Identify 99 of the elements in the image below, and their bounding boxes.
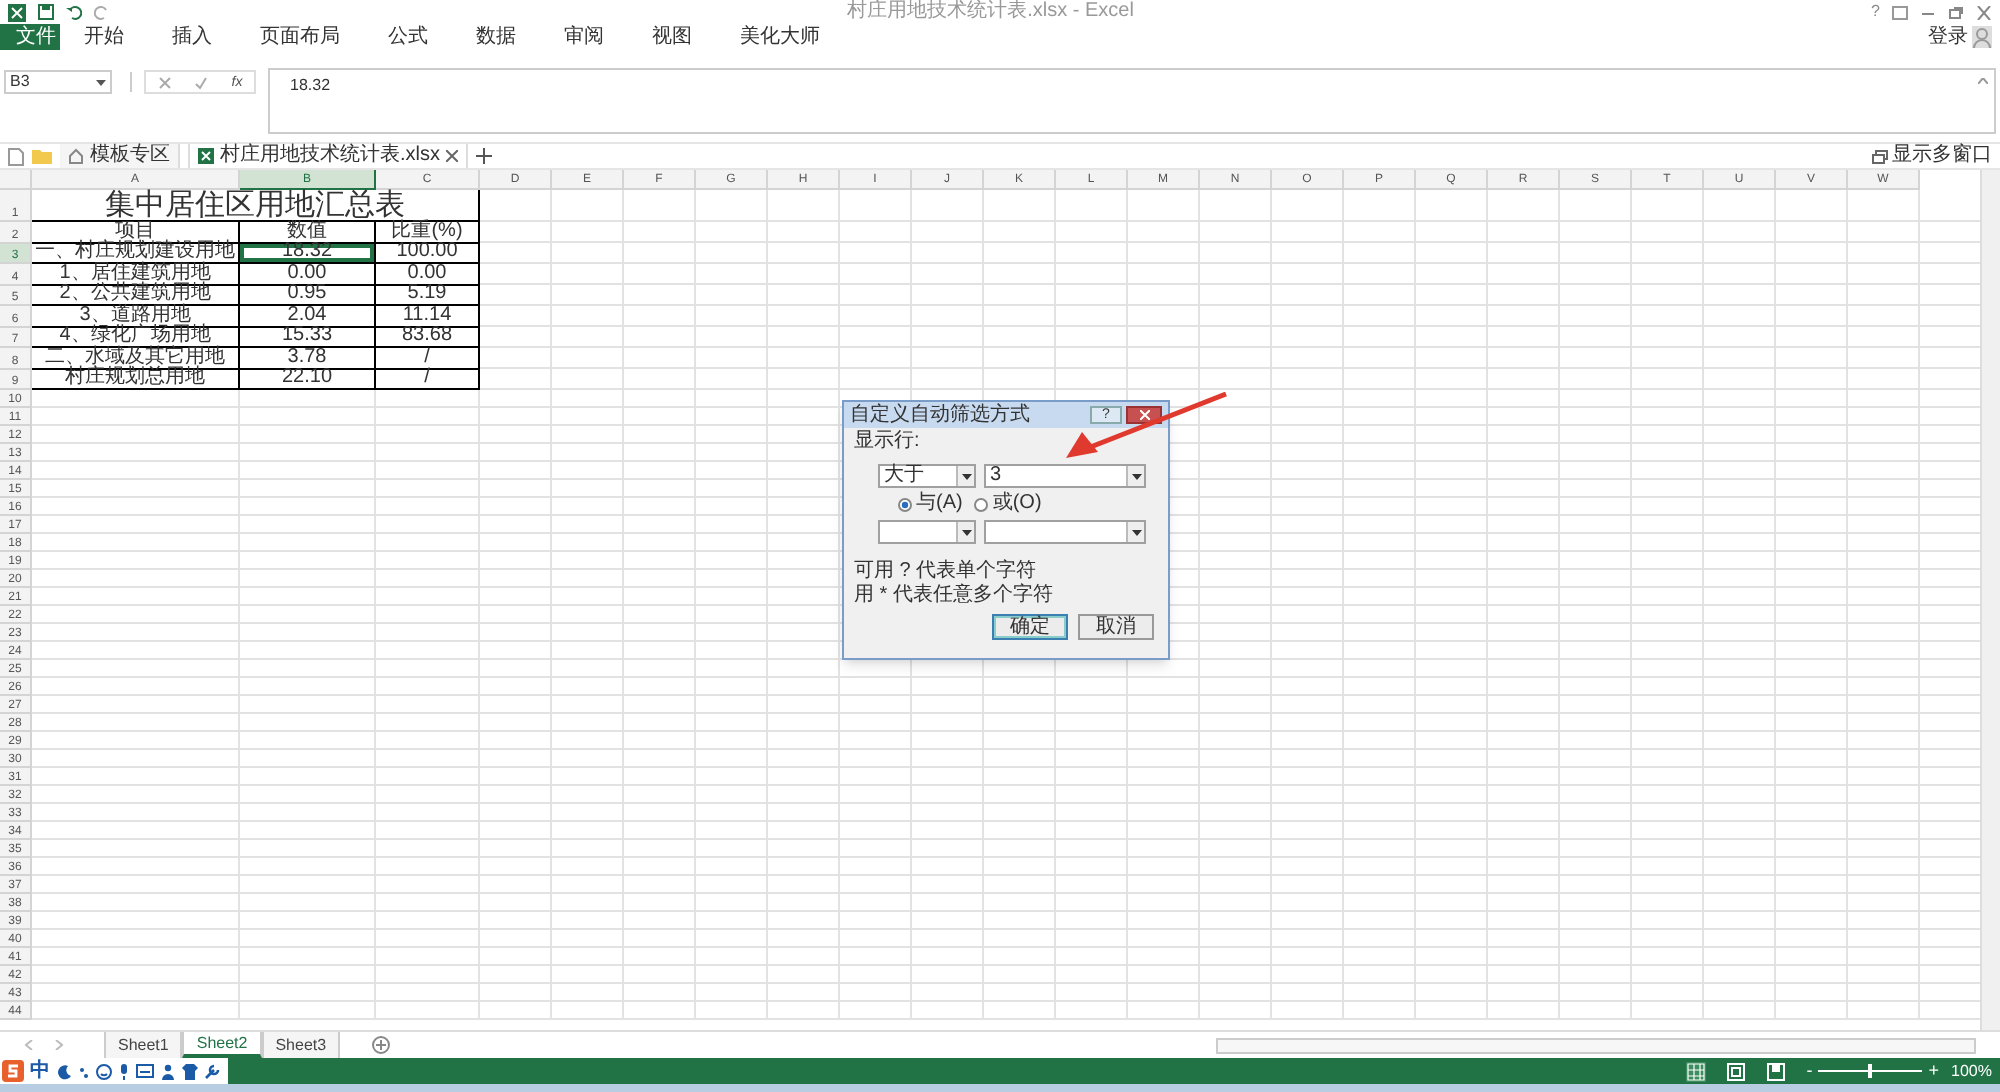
table-cell: 0.95 [240, 285, 376, 306]
table-cell: 22.10 [240, 369, 376, 390]
previous-sheet-icon[interactable] [24, 1040, 34, 1050]
cancel-icon[interactable] [157, 75, 172, 89]
page-layout-icon[interactable] [1726, 1061, 1747, 1081]
dropdown-field[interactable]: 3 [984, 464, 1146, 488]
user-avatar-icon[interactable] [1972, 26, 1992, 48]
excel-file-icon [198, 148, 214, 164]
zoom-in-button[interactable]: + [1928, 1062, 1940, 1080]
table-cell: 3.78 [240, 348, 376, 369]
zoom-out-button[interactable]: - [1806, 1062, 1813, 1080]
zoom-level[interactable]: 100% [1951, 1063, 1992, 1079]
table-cell: 2.04 [240, 306, 376, 327]
caret-icon [961, 473, 971, 479]
add-tab-icon[interactable] [476, 148, 492, 164]
radio-option[interactable]: 与(A) [898, 494, 963, 514]
ribbon-tab[interactable]: 页面布局 [244, 24, 356, 50]
add-sheet-icon[interactable] [372, 1036, 391, 1054]
hint-text: 用 * 代表任意多个字符 [854, 586, 1055, 606]
file-tab[interactable]: 文件 [0, 24, 60, 50]
dialog-title: 自定义自动筛选方式 [850, 405, 1032, 425]
close-icon [1139, 410, 1149, 420]
caret-icon [1131, 529, 1141, 535]
punctuation-icon[interactable] [78, 1063, 90, 1079]
table-cell: 数值 [240, 222, 376, 243]
caret-icon [1131, 473, 1141, 479]
people-icon[interactable] [160, 1063, 176, 1079]
ok-button[interactable]: 确定 [992, 614, 1068, 640]
table-cell: 0.00 [376, 264, 480, 285]
input-method-logo-icon[interactable] [2, 1060, 24, 1082]
windows-icon [1872, 149, 1888, 163]
name-box[interactable]: B3 [4, 70, 112, 94]
shirt-icon[interactable] [182, 1063, 198, 1079]
close-button[interactable] [1126, 406, 1162, 424]
radio-option[interactable]: 或(O) [974, 494, 1042, 514]
cancel-button[interactable]: 取消 [1078, 614, 1154, 640]
normal-view-icon[interactable] [1686, 1061, 1707, 1081]
hint-text: 可用 ? 代表单个字符 [854, 562, 1039, 582]
caret-icon [961, 529, 971, 535]
help-button[interactable]: ? [1871, 4, 1880, 20]
formula-field[interactable]: 18.32 [268, 68, 1996, 134]
table-cell: 比重(%) [376, 222, 480, 243]
title-cell: 集中居住区用地汇总表 [32, 190, 480, 222]
ribbon-tab[interactable]: 审阅 [548, 24, 620, 50]
table-cell: / [376, 348, 480, 369]
dropdown-field[interactable]: 大于 [878, 464, 976, 488]
close-icon[interactable] [1976, 5, 1992, 19]
excel-logo-icon[interactable] [8, 3, 26, 21]
moon-icon[interactable] [56, 1063, 72, 1079]
ribbon-tab[interactable]: 开始 [68, 24, 140, 50]
table-cell: 15.33 [240, 327, 376, 348]
zoom-thumb[interactable] [1868, 1064, 1873, 1078]
enter-icon[interactable] [194, 75, 209, 89]
ribbon-tab[interactable]: 美化大师 [724, 24, 836, 50]
table-cell: 村庄规划总用地 [32, 369, 240, 390]
table-cell: 83.68 [376, 327, 480, 348]
wrench-icon[interactable] [204, 1063, 220, 1079]
smiley-icon[interactable] [96, 1063, 112, 1079]
ribbon-tab[interactable]: 数据 [460, 24, 532, 50]
document-tab[interactable]: 模板专区 [60, 144, 180, 168]
table-cell: 一、村庄规划建设用地 [32, 243, 240, 264]
collapse-icon[interactable] [1978, 78, 1988, 84]
multi-window-button[interactable]: 显示多窗口 [1872, 146, 1992, 166]
keyboard-icon[interactable] [136, 1064, 154, 1078]
dropdown-field[interactable] [984, 520, 1146, 544]
horizontal-scrollbar[interactable] [1216, 1037, 1976, 1053]
ribbon-tab[interactable]: 视图 [636, 24, 708, 50]
table-cell: 3、道路用地 [32, 306, 240, 327]
dropdown-field[interactable] [878, 520, 976, 544]
table-cell: 5.19 [376, 285, 480, 306]
table-cell: 100.00 [376, 243, 480, 264]
sheet-tab[interactable]: Sheet2 [182, 1032, 262, 1058]
table-cell: 0.00 [240, 264, 376, 285]
caret-icon [96, 79, 106, 85]
close-icon[interactable] [446, 150, 458, 162]
ribbon-tab[interactable]: 插入 [156, 24, 228, 50]
undo-icon[interactable] [66, 4, 82, 20]
sheet-tab[interactable]: Sheet3 [261, 1032, 341, 1058]
input-mode-label[interactable]: 中 [30, 1061, 50, 1081]
table-cell: 4、绿化广场用地 [32, 327, 240, 348]
ribbon-tab[interactable]: 公式 [372, 24, 444, 50]
zoom-slider[interactable] [1818, 1063, 1923, 1079]
table-cell: 11.14 [376, 306, 480, 327]
redo-icon[interactable] [94, 4, 110, 20]
microphone-icon[interactable] [118, 1063, 130, 1079]
home-icon [68, 148, 84, 164]
document-tab[interactable]: 村庄用地技术统计表.xlsx [188, 144, 468, 168]
sign-in-link[interactable]: 登录 [1928, 27, 1968, 47]
next-sheet-icon[interactable] [54, 1040, 64, 1050]
ribbon-display-icon[interactable] [1892, 5, 1908, 19]
vertical-scrollbar[interactable] [1980, 170, 2000, 1030]
table-cell: 2、公共建筑用地 [32, 285, 240, 306]
save-icon[interactable] [38, 4, 54, 20]
page-break-icon[interactable] [1766, 1061, 1787, 1081]
sheet-tab[interactable]: Sheet1 [104, 1032, 183, 1058]
restore-icon[interactable] [1948, 5, 1964, 19]
show-rows-label: 显示行: [854, 432, 922, 452]
new-file-icon[interactable] [8, 147, 24, 165]
table-cell: / [376, 369, 480, 390]
